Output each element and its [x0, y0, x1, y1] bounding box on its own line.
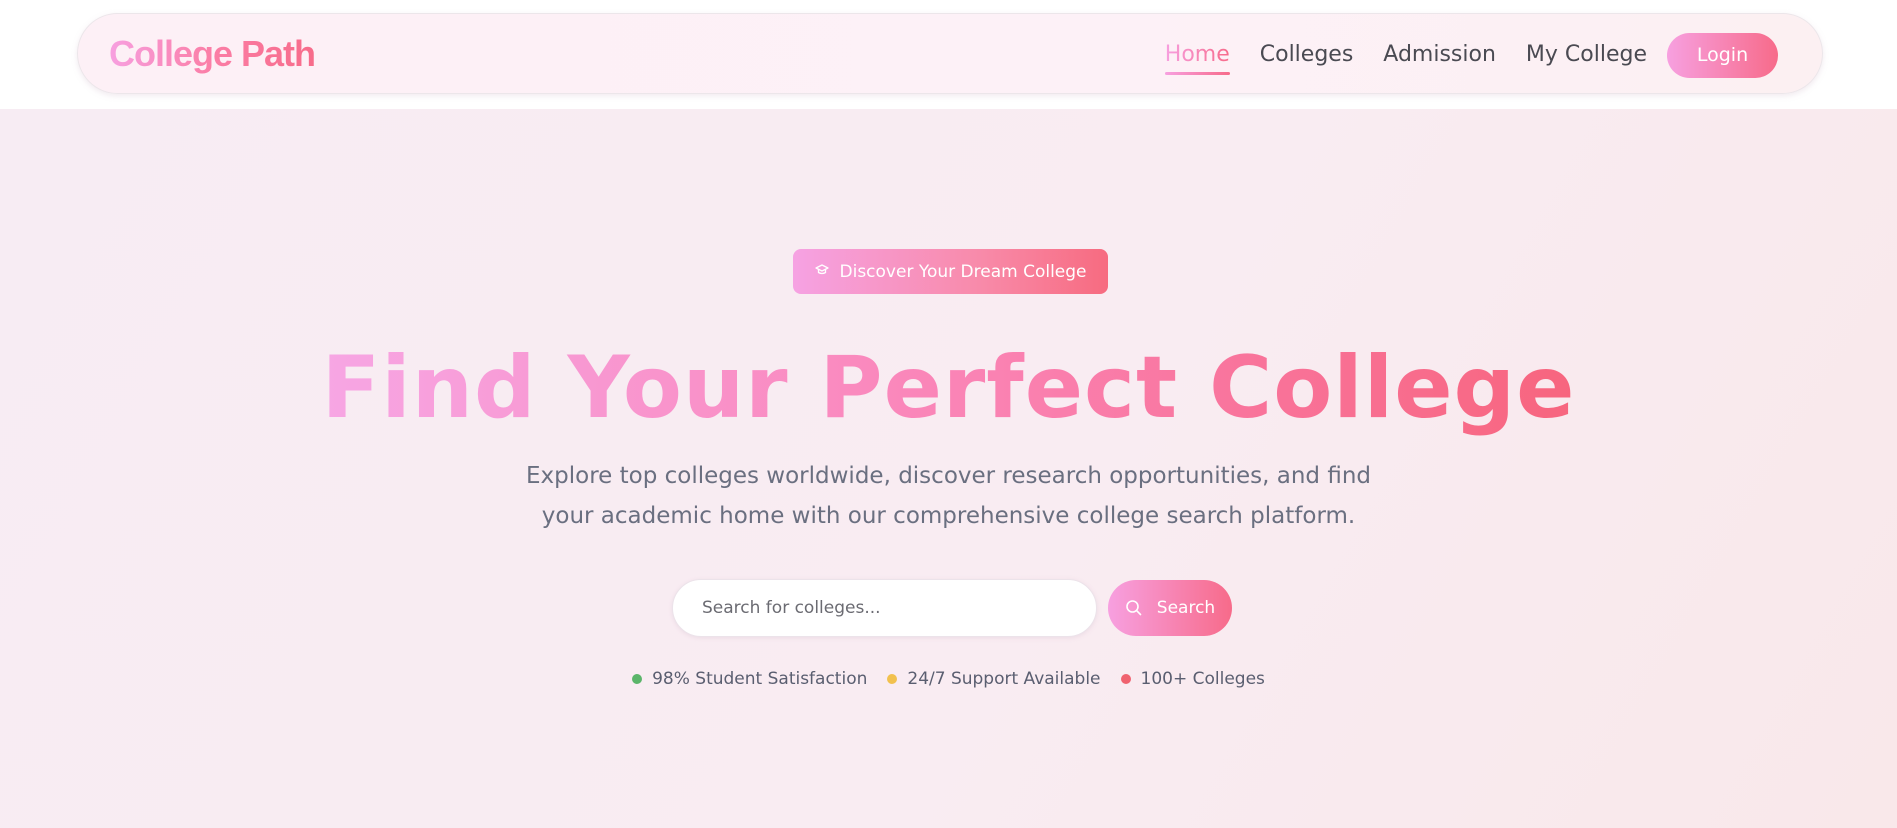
search-icon [1125, 600, 1142, 616]
top-bar: College Path Home Colleges Admission My … [0, 0, 1897, 109]
search-button[interactable]: Search [1108, 580, 1232, 636]
hero-subtitle: Explore top colleges worldwide, discover… [520, 456, 1377, 536]
subtitle-line-1: Explore top colleges worldwide, discover… [525, 463, 1371, 489]
hero-badge: Discover Your Dream College [793, 249, 1108, 294]
hero-title: Find Your Perfect College [0, 333, 1897, 443]
stat-satisfaction: 98% Student Satisfaction [632, 669, 867, 689]
search-button-label: Search [1156, 598, 1216, 618]
status-dot-red [1120, 674, 1131, 684]
hero-section: Discover Your Dream College Find Your Pe… [0, 109, 1897, 828]
nav-colleges[interactable]: Colleges [1260, 40, 1354, 70]
login-button[interactable]: Login [1667, 32, 1778, 78]
search-input[interactable] [672, 579, 1097, 637]
status-dot-yellow [887, 674, 898, 684]
graduation-cap-icon [814, 263, 829, 280]
stat-label: 24/7 Support Available [907, 669, 1101, 689]
search-bar: Search [672, 579, 1232, 637]
nav-links: Home Colleges Admission My College Login [1164, 32, 1778, 78]
hero-title-text: Find Your Perfect College [321, 338, 1576, 438]
nav-my-college[interactable]: My College [1526, 40, 1647, 70]
stats-row: 98% Student Satisfaction 24/7 Support Av… [0, 669, 1897, 689]
badge-label: Discover Your Dream College [839, 261, 1087, 282]
stat-label: 100+ Colleges [1140, 669, 1265, 689]
nav-home[interactable]: Home [1164, 40, 1230, 75]
stat-label: 98% Student Satisfaction [652, 669, 868, 689]
navbar: College Path Home Colleges Admission My … [77, 13, 1823, 94]
status-dot-green [632, 674, 643, 684]
stat-colleges: 100+ Colleges [1120, 669, 1265, 689]
logo[interactable]: College Path [109, 32, 316, 76]
nav-admission[interactable]: Admission [1383, 40, 1496, 70]
subtitle-line-2: your academic home with our comprehensiv… [541, 503, 1356, 529]
stat-support: 24/7 Support Available [887, 669, 1101, 689]
